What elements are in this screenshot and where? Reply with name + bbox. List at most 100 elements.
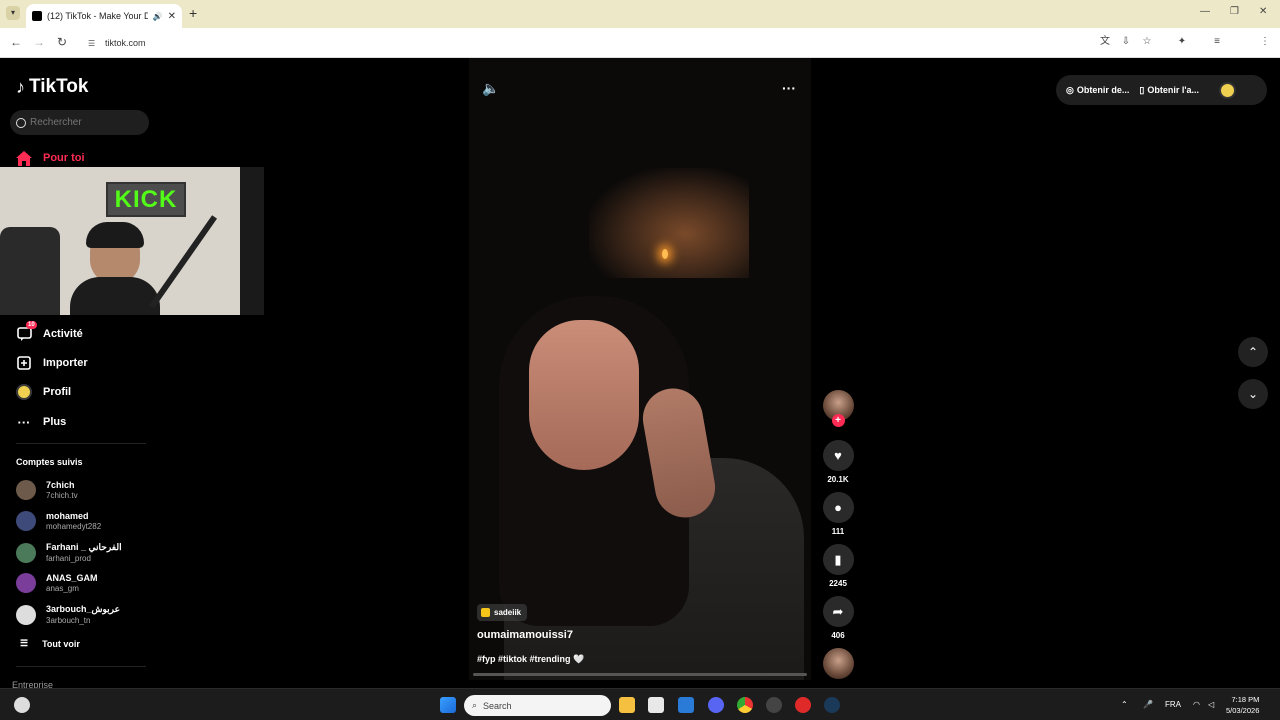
divider (16, 666, 146, 667)
bookmark-star-icon[interactable]: ☆ (1141, 36, 1153, 48)
file-explorer-icon[interactable] (619, 697, 635, 713)
streamer-webcam-overlay: KICK (0, 167, 264, 315)
save-button[interactable]: ▮ 2245 (822, 544, 854, 588)
chrome-icon[interactable] (737, 697, 753, 713)
comment-count: 111 (831, 527, 845, 536)
account-name: 7chich (46, 480, 75, 490)
search-icon (16, 117, 26, 128)
logo-text: TikTok (29, 76, 89, 97)
mail-icon[interactable] (678, 697, 694, 713)
extensions-icon[interactable]: ✦ (1176, 36, 1188, 48)
windows-taskbar: ⌕ Search ⌃ 🎤 FRA ◠ ◁ 7:18 PM 5/03/2026 (0, 688, 1280, 720)
store-icon[interactable] (648, 697, 664, 713)
see-all-link[interactable]: ☰ Tout voir (20, 638, 80, 649)
search-box[interactable] (10, 110, 149, 135)
previous-video-button[interactable]: ⌃ (1238, 337, 1268, 367)
site-info-icon[interactable]: ☰ (88, 39, 95, 48)
settings-app-icon[interactable] (766, 697, 782, 713)
reload-icon[interactable]: ↻ (57, 35, 67, 49)
nav-activity[interactable]: 10 Activité (16, 321, 83, 342)
video-player[interactable] (469, 58, 811, 680)
music-disc-icon (822, 648, 854, 679)
clock[interactable]: 7:18 PM 5/03/2026 (1226, 694, 1259, 716)
account-name: mohamed (46, 511, 89, 521)
microphone-icon[interactable]: 🎤 (1143, 700, 1153, 709)
get-app-button[interactable]: ▯ Obtenir l'a... (1139, 85, 1199, 96)
comment-button[interactable]: ● 111 (822, 492, 854, 536)
tiktok-logo[interactable]: ♪ TikTok (16, 76, 88, 98)
install-app-icon[interactable]: ⇩ (1120, 36, 1132, 48)
discord-icon[interactable] (708, 697, 724, 713)
video-more-icon[interactable]: ··· (782, 80, 796, 96)
nav-upload[interactable]: Importer (16, 355, 88, 371)
tiktok-page: ♪ TikTok Pour toi KICK 10 Activité (0, 58, 1280, 690)
account-handle: mohamedyt282 (46, 522, 102, 531)
get-coins-label: Obtenir de... (1076, 85, 1130, 95)
creator-tag[interactable]: sadeiik (477, 604, 528, 621)
volume-icon[interactable]: 🔈 (482, 80, 499, 97)
volume-tray-icon[interactable]: ◁ (1208, 700, 1214, 709)
opera-icon[interactable] (795, 697, 811, 713)
share-icon: ➦ (822, 596, 854, 627)
chevron-up-icon: ⌃ (1247, 345, 1259, 359)
video-glow (589, 168, 749, 278)
next-video-button[interactable]: ⌄ (1238, 379, 1268, 409)
avatar (16, 480, 36, 500)
url-field[interactable]: ☰ tiktok.com (80, 32, 1100, 54)
language-indicator[interactable]: FRA (1165, 700, 1181, 709)
background-object (240, 167, 264, 315)
activity-icon: 10 (16, 321, 37, 342)
get-coins-button[interactable]: ◎ Obtenir de... (1066, 85, 1129, 96)
tab-close-icon[interactable]: ✕ (168, 11, 176, 22)
video-progress-bar[interactable] (473, 673, 807, 676)
creator-tag-label: sadeiik (494, 608, 522, 617)
following-account[interactable]: 3arbouch_عربوش 3arbouch_tn (16, 604, 120, 625)
clock-time: 7:18 PM (1231, 695, 1260, 704)
account-handle: 7chich.tv (46, 491, 78, 500)
nav-more[interactable]: ··· Plus (16, 414, 67, 430)
search-input[interactable] (30, 117, 140, 128)
share-button[interactable]: ➦ 406 (822, 596, 854, 640)
see-all-label: Tout voir (42, 638, 80, 649)
following-account[interactable]: ANAS_GAM anas_gm (16, 573, 98, 593)
tiktok-favicon-icon (32, 11, 42, 21)
nav-for-you[interactable]: Pour toi (16, 150, 85, 166)
sound-disc-button[interactable] (822, 648, 854, 679)
nav-profile[interactable]: Profil (16, 384, 71, 400)
video-caption[interactable]: #fyp #tiktok #trending 🤍 (477, 654, 584, 665)
author-avatar-button[interactable]: + (822, 390, 854, 427)
nav-label: Plus (43, 416, 67, 428)
activity-badge: 10 (26, 321, 37, 329)
top-right-bar: ◎ Obtenir de... ▯ Obtenir l'a... (1056, 75, 1267, 105)
close-window-icon[interactable]: ✕ (1259, 6, 1267, 17)
translate-icon[interactable]: 文 (1099, 36, 1111, 48)
user-avatar[interactable] (1218, 81, 1236, 99)
taskbar-search[interactable]: ⌕ Search (464, 695, 611, 716)
maximize-icon[interactable]: ❐ (1230, 6, 1239, 17)
wifi-icon[interactable]: ◠ (1193, 700, 1200, 709)
forward-icon[interactable]: → (33, 35, 45, 49)
follow-plus-icon[interactable]: + (831, 414, 845, 427)
steam-icon[interactable] (824, 697, 840, 713)
tab-audio-icon[interactable]: 🔊 (153, 12, 163, 21)
following-account[interactable]: Farhani _ الفرحاني farhani_prod (16, 542, 122, 563)
browser-tab[interactable]: (12) TikTok - Make Your Day 🔊 ✕ (26, 4, 182, 28)
back-icon[interactable]: ← (10, 35, 22, 49)
account-name: 3arbouch_عربوش (46, 604, 120, 614)
phone-icon: ▯ (1139, 84, 1145, 95)
following-account[interactable]: mohamed mohamedyt282 (16, 511, 101, 531)
minimize-icon[interactable]: — (1200, 6, 1210, 17)
widgets-icon[interactable] (14, 697, 30, 713)
coin-icon: ◎ (1066, 84, 1074, 95)
account-name: Farhani _ الفرحاني (46, 542, 122, 552)
url-text: tiktok.com (105, 38, 146, 48)
video-author[interactable]: oumaimamouissi7 (477, 629, 573, 641)
reading-list-icon[interactable]: ≡ (1211, 36, 1223, 48)
start-icon[interactable] (440, 697, 456, 713)
browser-menu-icon[interactable]: ⋮ (1259, 36, 1271, 48)
following-account[interactable]: 7chich 7chich.tv (16, 480, 78, 500)
like-button[interactable]: ♥ 20.1K (822, 440, 854, 484)
new-tab-button[interactable]: + (189, 5, 197, 21)
tray-chevron-icon[interactable]: ⌃ (1121, 700, 1128, 709)
tab-search-button[interactable]: ▾ (6, 6, 20, 20)
